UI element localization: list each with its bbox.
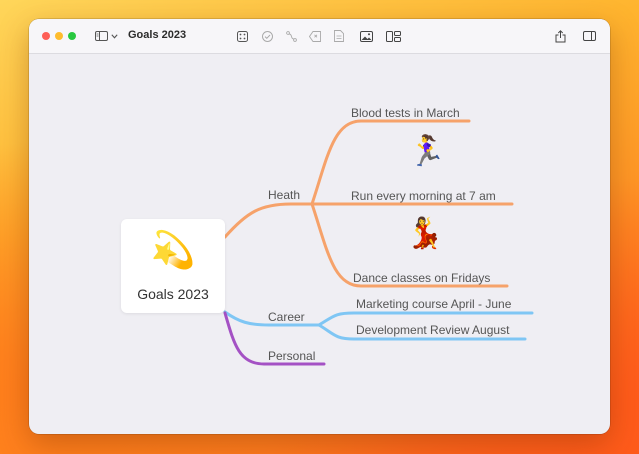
sidebar-icon[interactable] xyxy=(93,19,109,53)
node-marketing-course[interactable]: Marketing course April - June xyxy=(356,297,511,311)
mindmap-canvas[interactable]: 💫 Goals 2023 Heath Blood tests in March … xyxy=(29,54,610,434)
connection-icon[interactable] xyxy=(284,19,298,53)
node-personal[interactable]: Personal xyxy=(268,349,315,363)
minimize-window-button[interactable] xyxy=(55,32,63,40)
maximize-window-button[interactable] xyxy=(68,32,76,40)
woman-dancing-icon: 💃 xyxy=(406,217,444,250)
title-bar: Goals 2023 xyxy=(29,19,610,54)
document-title: Goals 2023 xyxy=(128,29,187,41)
dizzy-star-icon: 💫 xyxy=(150,229,196,270)
root-node-label: Goals 2023 xyxy=(137,286,209,302)
chevron-down-icon[interactable] xyxy=(109,19,119,53)
layout-icon[interactable] xyxy=(385,19,402,53)
inspector-icon[interactable] xyxy=(581,19,597,53)
node-dance-classes[interactable]: Dance classes on Fridays xyxy=(353,271,490,285)
checkmark-icon[interactable] xyxy=(260,19,274,53)
node-blood-tests[interactable]: Blood tests in March xyxy=(351,106,460,120)
node-development-review[interactable]: Development Review August xyxy=(356,323,509,337)
share-icon[interactable] xyxy=(553,19,567,53)
add-node-icon[interactable] xyxy=(235,19,249,53)
root-node[interactable]: 💫 Goals 2023 xyxy=(121,219,225,313)
link-root-health xyxy=(223,202,314,239)
close-window-button[interactable] xyxy=(42,32,50,40)
mindmap-connections xyxy=(223,119,534,366)
note-icon[interactable] xyxy=(332,19,346,53)
node-career[interactable]: Career xyxy=(268,310,305,324)
woman-running-icon: 🏃‍♀️ xyxy=(408,135,446,168)
node-run-every-morning[interactable]: Run every morning at 7 am xyxy=(351,189,496,203)
app-window: Goals 2023 💫 Goals 2023 Heath Blood test… xyxy=(29,19,610,434)
tag-icon[interactable] xyxy=(308,19,322,53)
image-icon[interactable] xyxy=(358,19,374,53)
node-health[interactable]: Heath xyxy=(268,188,300,202)
